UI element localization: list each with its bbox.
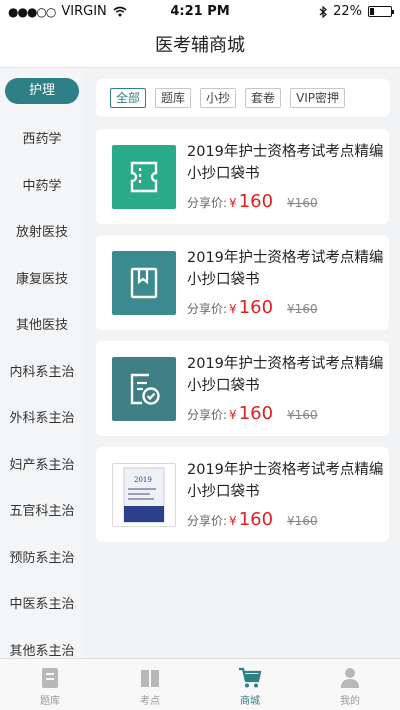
original-price: ¥160: [287, 408, 318, 422]
price-row: 分享价: ¥ 160 ¥160: [187, 191, 318, 212]
tab-question-bank[interactable]: 题库: [0, 659, 100, 710]
bluetooth-icon: [319, 5, 328, 18]
product-title: 2019年护士资格考试考点精编小抄口袋书: [187, 462, 384, 500]
tab-profile[interactable]: 我的: [300, 659, 400, 710]
sidebar-item[interactable]: 外科系主治: [0, 394, 84, 441]
product-card[interactable]: 2019年护士资格考试考点精编小抄口袋书 分享价: ¥ 160 ¥160: [96, 129, 389, 224]
price-row: 分享价: ¥ 160 ¥160: [187, 297, 318, 318]
sidebar-item[interactable]: 康复医技: [0, 254, 84, 301]
sidebar-item[interactable]: 五官科主治: [0, 487, 84, 534]
tab-label: 我的: [340, 696, 360, 707]
ticket-icon: [130, 161, 158, 193]
currency-symbol: ¥: [229, 196, 237, 210]
book-cover-year: 2019: [134, 476, 152, 484]
sidebar-item[interactable]: 放射医技: [0, 208, 84, 255]
battery-percent: 22%: [333, 4, 362, 19]
open-book-icon: [141, 670, 159, 687]
filter-chip[interactable]: 题库: [155, 88, 192, 108]
currency-symbol: ¥: [229, 302, 237, 316]
status-right: 22%: [319, 4, 394, 19]
cart-icon: [239, 667, 262, 688]
product-thumbnail: [112, 251, 176, 315]
sidebar-item-label: 其他系主治: [9, 643, 75, 658]
sidebar-item[interactable]: 其他医技: [0, 301, 84, 348]
tab-key-points[interactable]: 考点: [100, 659, 200, 710]
sidebar-item-label: 其他医技: [15, 318, 68, 334]
sidebar-item[interactable]: 护理: [0, 68, 84, 115]
price-row: 分享价: ¥ 160 ¥160: [187, 509, 318, 530]
product-price: 160: [238, 509, 274, 530]
sidebar-item[interactable]: 西药学: [0, 115, 84, 162]
filter-bar: 全部 题库 小抄 套卷 VIP密押: [96, 79, 390, 117]
sidebar-item-label: 内科系主治: [9, 364, 75, 380]
status-bar: ●●●○○ VIRGIN 4:21 PM 22%: [0, 0, 400, 24]
product-area: 全部 题库 小抄 套卷 VIP密押 2019年护士资格考试考点精编小抄口袋书 分享价: …: [84, 68, 400, 658]
product-card[interactable]: 2019 2019年护士资格考试考点精编小抄口袋书 分享价: ¥ 160 ¥16…: [96, 447, 389, 542]
question-bank-icon: [42, 668, 58, 688]
sidebar-item-label: 西药学: [22, 132, 62, 148]
share-price-label: 分享价:: [187, 514, 228, 528]
sidebar-item-label: 康复医技: [15, 271, 68, 287]
sidebar-item[interactable]: 妇产系主治: [0, 440, 84, 487]
category-sidebar: 护理西药学中药学放射医技康复医技其他医技内科系主治外科系主治妇产系主治五官科主治…: [0, 68, 84, 658]
product-price: 160: [238, 297, 274, 318]
sidebar-item-label: 放射医技: [15, 225, 68, 241]
sidebar-item[interactable]: 中医系主治: [0, 580, 84, 627]
product-price: 160: [238, 403, 274, 424]
bottom-tab-bar: 题库 考点 商城 我的: [0, 658, 400, 710]
filter-chip[interactable]: 全部: [110, 88, 147, 108]
original-price: ¥160: [287, 302, 318, 316]
currency-symbol: ¥: [229, 408, 237, 422]
sidebar-item-label: 中药学: [22, 178, 62, 194]
sidebar-item-label: 中医系主治: [9, 597, 75, 613]
navigation-bar: 医考辅商城: [0, 24, 400, 68]
sidebar-item-label: 妇产系主治: [9, 457, 75, 473]
filter-chip[interactable]: 套卷: [245, 88, 282, 108]
product-title: 2019年护士资格考试考点精编小抄口袋书: [187, 250, 384, 288]
filter-chip[interactable]: 小抄: [200, 88, 237, 108]
book-cover-image: 2019: [123, 467, 165, 523]
original-price: ¥160: [287, 196, 318, 210]
battery-icon: [368, 6, 394, 17]
user-icon: [341, 668, 359, 688]
product-title: 2019年护士资格考试考点精编小抄口袋书: [187, 356, 384, 394]
sidebar-item-label: 五官科主治: [9, 504, 75, 520]
currency-symbol: ¥: [229, 514, 237, 528]
battery-level: [370, 8, 375, 15]
sidebar-item[interactable]: 其他系主治: [0, 626, 84, 658]
page-title: 医考辅商城: [155, 35, 245, 56]
product-card[interactable]: 2019年护士资格考试考点精编小抄口袋书 分享价: ¥ 160 ¥160: [96, 235, 389, 330]
product-thumbnail: [112, 357, 176, 421]
product-price: 160: [238, 191, 274, 212]
original-price: ¥160: [287, 514, 318, 528]
checked-document-icon: [130, 373, 160, 405]
product-title: 2019年护士资格考试考点精编小抄口袋书: [187, 144, 384, 182]
sidebar-item[interactable]: 预防系主治: [0, 533, 84, 580]
tab-label: 考点: [140, 696, 160, 707]
sidebar-item[interactable]: 内科系主治: [0, 347, 84, 394]
sidebar-item-label: 外科系主治: [9, 411, 75, 427]
product-thumbnail: 2019: [112, 463, 176, 527]
sidebar-item[interactable]: 中药学: [0, 161, 84, 208]
tab-mall[interactable]: 商城: [200, 659, 300, 710]
product-thumbnail: [112, 145, 176, 209]
price-row: 分享价: ¥ 160 ¥160: [187, 403, 318, 424]
share-price-label: 分享价:: [187, 408, 228, 422]
product-card[interactable]: 2019年护士资格考试考点精编小抄口袋书 分享价: ¥ 160 ¥160: [96, 341, 389, 436]
filter-chip[interactable]: VIP密押: [290, 88, 346, 108]
sidebar-item-label: 护理: [5, 78, 79, 105]
sidebar-item-label: 预防系主治: [9, 550, 75, 566]
share-price-label: 分享价:: [187, 302, 228, 316]
bookmark-book-icon: [130, 267, 158, 299]
tab-label: 商城: [240, 696, 260, 707]
share-price-label: 分享价:: [187, 196, 228, 210]
tab-label: 题库: [40, 696, 60, 707]
